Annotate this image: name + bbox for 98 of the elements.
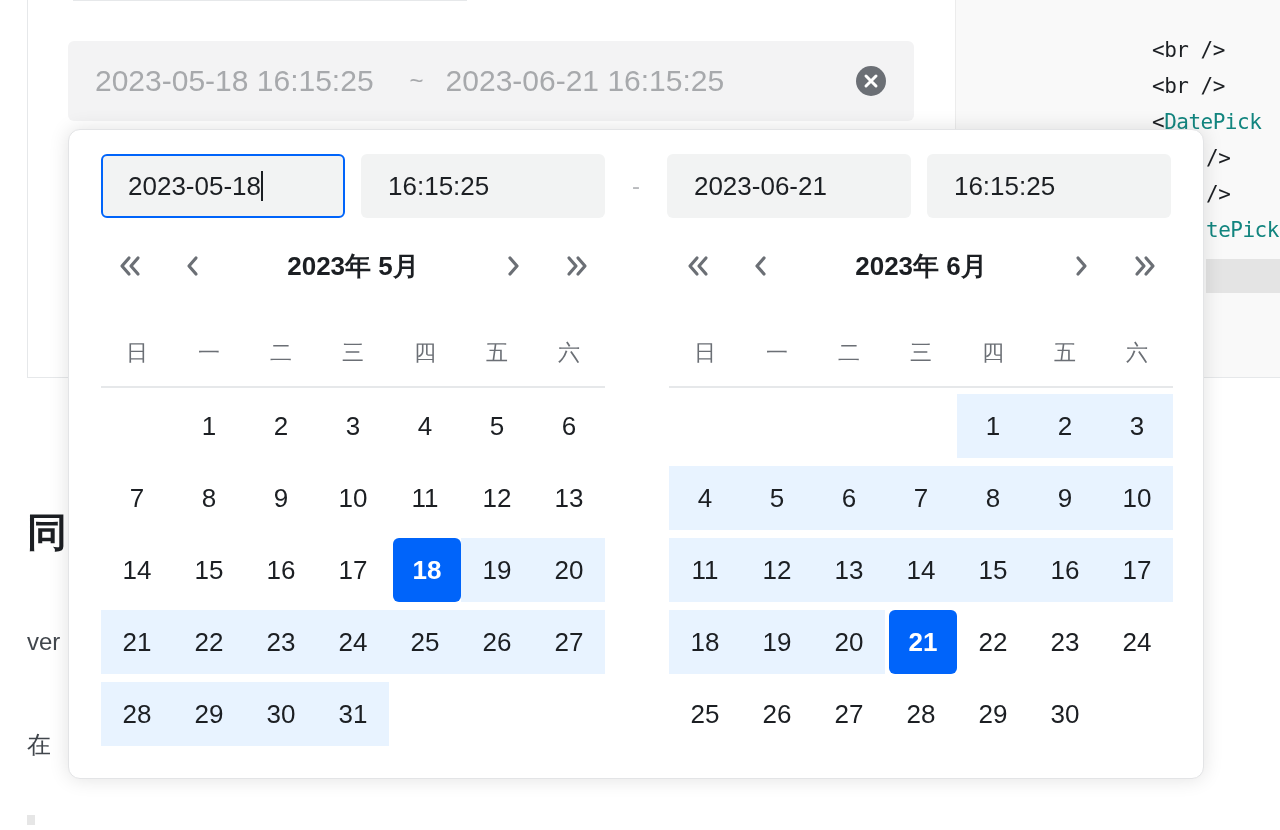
weekday-label: 日 [125, 339, 149, 367]
day-cell[interactable]: 12 [461, 466, 533, 530]
code-line: /> [1206, 145, 1231, 172]
day-cell[interactable]: 3 [1101, 394, 1173, 458]
day-cell[interactable]: 10 [317, 466, 389, 530]
day-cell[interactable]: 12 [741, 538, 813, 602]
day-cell[interactable]: 20 [813, 610, 885, 674]
double-chevron-right-icon [565, 254, 589, 278]
day-cell[interactable]: 16 [245, 538, 317, 602]
day-cell[interactable]: 5 [741, 466, 813, 530]
day-cell[interactable]: 13 [533, 466, 605, 530]
paragraph: ver [27, 627, 61, 657]
code-line: <br /> [1152, 37, 1225, 64]
day-cell[interactable]: 17 [1101, 538, 1173, 602]
day-cell[interactable]: 19 [461, 538, 533, 602]
day-cell[interactable]: 5 [461, 394, 533, 458]
day-cell[interactable]: 14 [885, 538, 957, 602]
weekday-label: 二 [837, 339, 861, 367]
code-line: /> [1206, 181, 1231, 208]
time-input[interactable]: 16:15:25 [361, 154, 606, 218]
day-cell[interactable]: 9 [245, 466, 317, 530]
day-cell[interactable]: 27 [533, 610, 605, 674]
day-cell[interactable]: 6 [813, 466, 885, 530]
date-input[interactable]: 2023-06-21 [666, 154, 911, 218]
day-cell[interactable]: 15 [173, 538, 245, 602]
weekday-label: 二 [269, 339, 293, 367]
range-separator: ~ [409, 67, 424, 95]
paragraph: 在 [27, 730, 51, 760]
day-cell[interactable]: 18 [393, 538, 461, 602]
day-cell[interactable]: 28 [885, 682, 957, 746]
day-cell[interactable]: 18 [669, 610, 741, 674]
day-cell[interactable]: 16 [1029, 538, 1101, 602]
day-cell[interactable]: 7 [101, 466, 173, 530]
day-cell[interactable]: 30 [1029, 682, 1101, 746]
day-cell[interactable]: 11 [669, 538, 741, 602]
day-cell[interactable]: 2 [1029, 394, 1101, 458]
day-cell[interactable]: 23 [1029, 610, 1101, 674]
day-cell[interactable]: 1 [957, 394, 1029, 458]
day-cell[interactable]: 1 [173, 394, 245, 458]
day-cell[interactable]: 23 [245, 610, 317, 674]
code-line: <br /> [1152, 73, 1225, 100]
day-cell[interactable]: 25 [669, 682, 741, 746]
day-cell[interactable]: 9 [1029, 466, 1101, 530]
day-cell[interactable]: 13 [813, 538, 885, 602]
range-separator: - [631, 172, 641, 200]
month-title: 2023年 6月 [854, 249, 988, 283]
day-cell[interactable]: 15 [957, 538, 1029, 602]
day-cell[interactable]: 11 [389, 466, 461, 530]
day-cell[interactable]: 22 [173, 610, 245, 674]
weekday-label: 六 [557, 339, 581, 367]
day-cell[interactable]: 29 [173, 682, 245, 746]
day-cell[interactable]: 8 [957, 466, 1029, 530]
day-cell[interactable]: 4 [389, 394, 461, 458]
heading: 同 [27, 509, 67, 556]
end-value: 2023-06-21 16:15:25 [445, 64, 725, 98]
block-marker [27, 815, 35, 825]
day-cell[interactable]: 2 [245, 394, 317, 458]
day-cell[interactable]: 20 [533, 538, 605, 602]
day-cell[interactable]: 17 [317, 538, 389, 602]
day-cell[interactable]: 25 [389, 610, 461, 674]
weekday-label: 四 [413, 339, 437, 367]
day-cell[interactable]: 26 [461, 610, 533, 674]
weekday-label: 三 [909, 339, 933, 367]
date-input[interactable]: 2023-05-18 [101, 154, 346, 218]
code-line: <DatePick [1152, 109, 1262, 136]
day-cell[interactable]: 24 [317, 610, 389, 674]
weekday-label: 五 [1053, 339, 1077, 367]
time-input[interactable]: 16:15:25 [926, 154, 1171, 218]
weekday-label: 四 [981, 339, 1005, 367]
day-cell[interactable]: 24 [1101, 610, 1173, 674]
month-title: 2023年 5月 [286, 249, 420, 283]
day-cell[interactable]: 27 [813, 682, 885, 746]
double-chevron-right-icon [1133, 254, 1157, 278]
day-cell[interactable]: 19 [741, 610, 813, 674]
weekday-label: 六 [1125, 339, 1149, 367]
weekday-label: 一 [765, 339, 789, 367]
day-cell[interactable]: 10 [1101, 466, 1173, 530]
weekday-label: 日 [693, 339, 717, 367]
day-cell[interactable]: 7 [885, 466, 957, 530]
day-cell[interactable]: 3 [317, 394, 389, 458]
clear-icon [856, 66, 886, 96]
day-cell[interactable]: 26 [741, 682, 813, 746]
weekday-label: 五 [485, 339, 509, 367]
code-line: tePick [1206, 217, 1279, 244]
day-cell[interactable]: 22 [957, 610, 1029, 674]
start-value: 2023-05-18 16:15:25 [95, 64, 374, 98]
day-cell[interactable]: 28 [101, 682, 173, 746]
day-cell[interactable]: 21 [889, 610, 957, 674]
day-cell[interactable]: 21 [101, 610, 173, 674]
day-cell[interactable]: 14 [101, 538, 173, 602]
day-cell[interactable]: 31 [317, 682, 389, 746]
day-cell[interactable]: 30 [245, 682, 317, 746]
day-cell[interactable]: 4 [669, 466, 741, 530]
day-cell[interactable]: 8 [173, 466, 245, 530]
weekday-label: 一 [197, 339, 221, 367]
day-cell[interactable]: 6 [533, 394, 605, 458]
day-cell[interactable]: 29 [957, 682, 1029, 746]
weekday-label: 三 [341, 339, 365, 367]
